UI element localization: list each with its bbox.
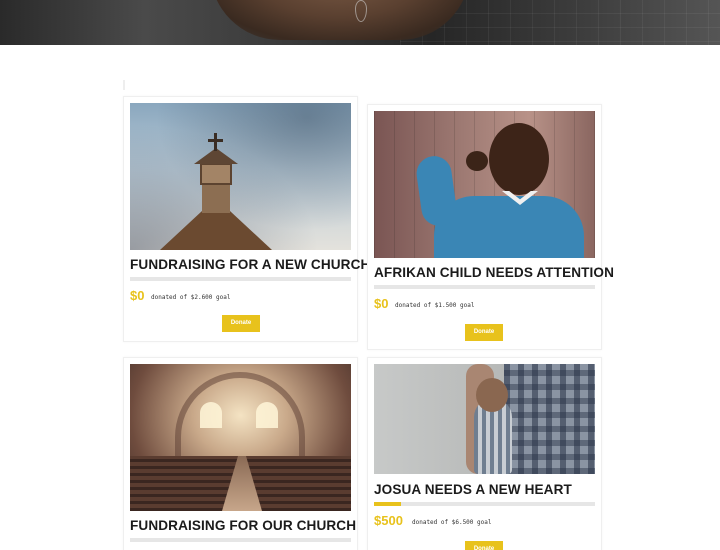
divider-mark: [123, 80, 125, 90]
campaign-card: FUNDRAISING FOR A NEW CHURCH $0 donated …: [123, 96, 370, 342]
campaign-title[interactable]: FUNDRAISING FOR A NEW CHURCH: [130, 257, 370, 272]
goal-text: donated of $6.500 goal: [412, 519, 492, 526]
campaign-card: AFRIKAN CHILD NEEDS ATTENTION $0 donated…: [367, 104, 614, 350]
raised-amount: $500: [374, 513, 403, 528]
campaign-image[interactable]: [130, 364, 351, 511]
campaign-image[interactable]: [374, 364, 595, 474]
raised-amount: $0: [374, 296, 389, 311]
donate-button[interactable]: Donate: [465, 324, 503, 341]
campaign-title[interactable]: JOSUA NEEDS A NEW HEART: [374, 482, 572, 497]
progress-fill: [374, 502, 401, 506]
raised-amount: $0: [130, 288, 145, 303]
hero-banner: [0, 0, 720, 45]
progress-bar: [130, 538, 351, 542]
cross-icon: [214, 133, 217, 151]
progress-bar: [374, 285, 595, 289]
progress-bar: [130, 277, 351, 281]
progress-bar: [374, 502, 595, 506]
campaign-title[interactable]: AFRIKAN CHILD NEEDS ATTENTION: [374, 265, 614, 280]
donate-button[interactable]: Donate: [465, 541, 503, 550]
campaign-card: JOSUA NEEDS A NEW HEART $500 donated of …: [367, 357, 602, 550]
goal-text: donated of $1.500 goal: [395, 302, 475, 309]
campaign-image[interactable]: [130, 103, 351, 250]
goal-text: donated of $2.600 goal: [151, 294, 231, 301]
campaign-image[interactable]: [374, 111, 595, 258]
campaign-title[interactable]: FUNDRAISING FOR OUR CHURCH: [130, 518, 356, 533]
campaign-card: FUNDRAISING FOR OUR CHURCH: [123, 357, 358, 550]
donate-button[interactable]: Donate: [222, 315, 260, 332]
